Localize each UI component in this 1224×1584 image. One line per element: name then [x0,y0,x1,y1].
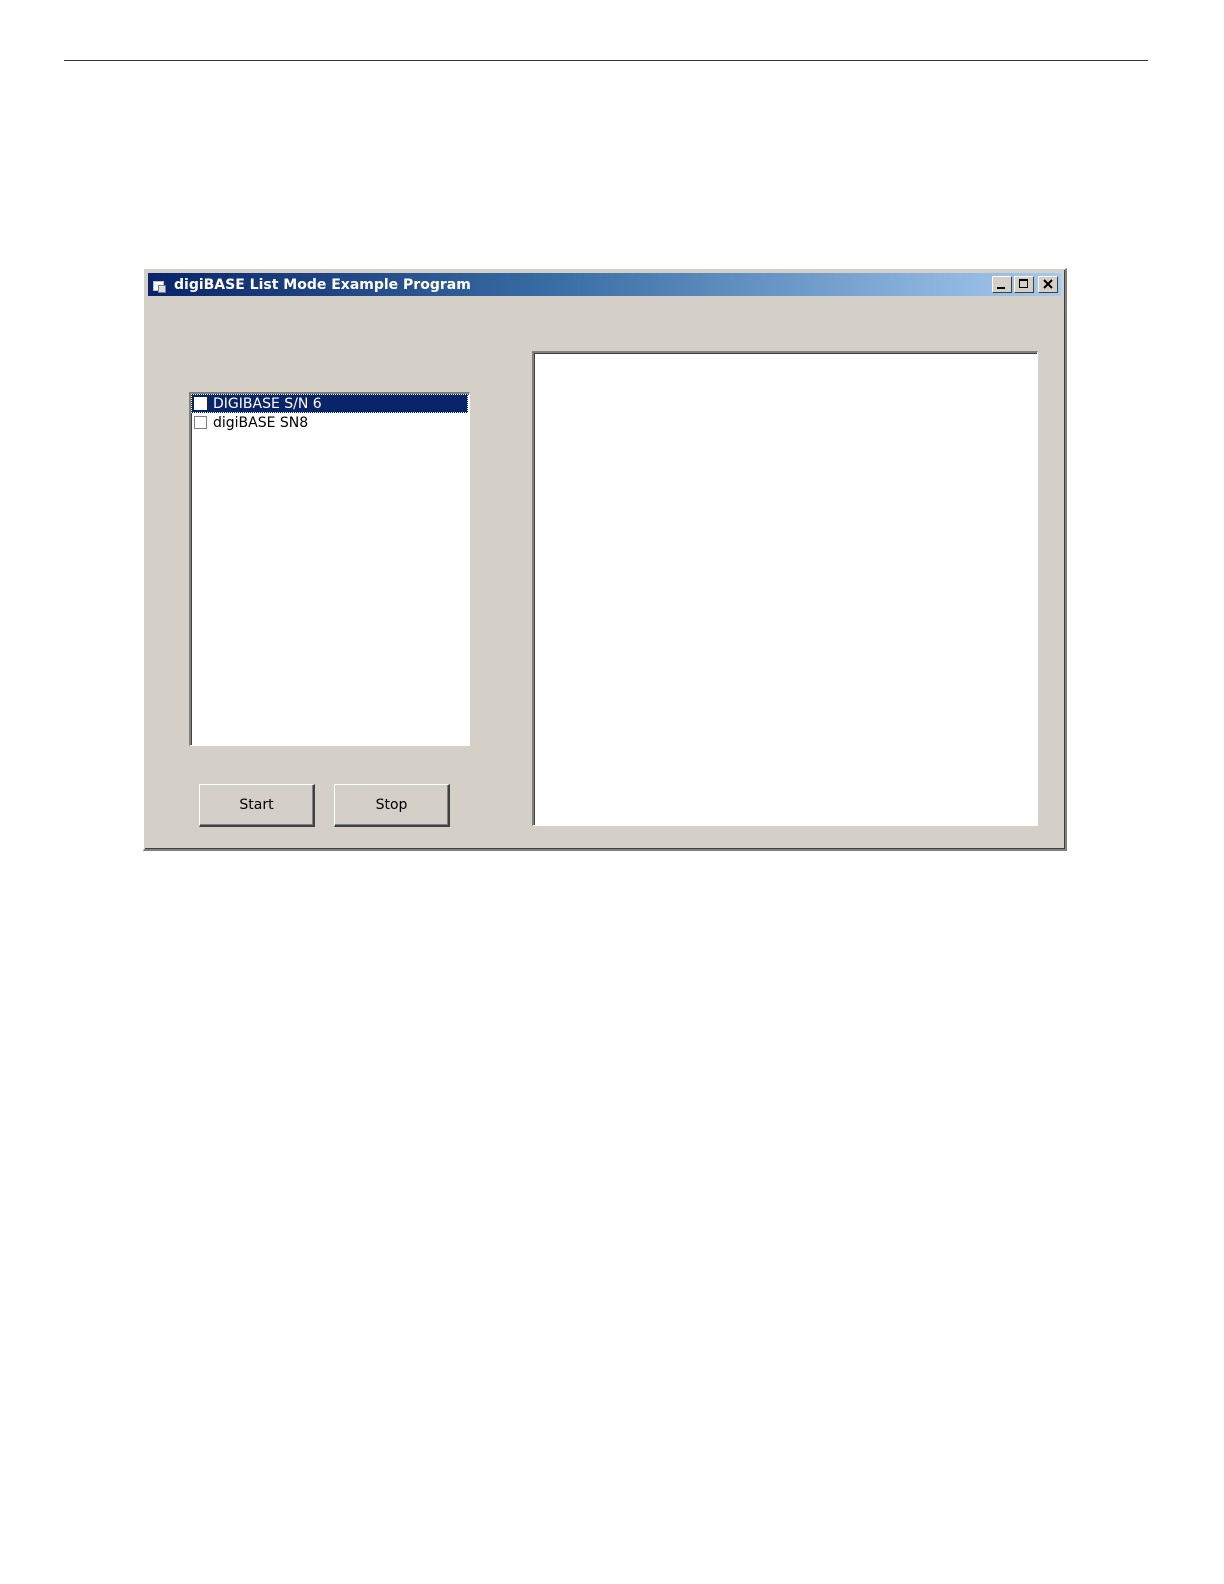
window-title: digiBASE List Mode Example Program [174,276,471,293]
window-controls [992,276,1058,293]
stop-button[interactable]: Stop [334,784,450,827]
device-checkbox[interactable] [194,397,207,410]
device-list[interactable]: DIGIBASE S/N 6 digiBASE SN8 [189,392,470,746]
device-checkbox[interactable] [194,416,207,429]
start-button[interactable]: Start [199,784,315,827]
minimize-icon [997,287,1005,289]
list-item[interactable]: DIGIBASE S/N 6 [191,394,468,413]
page-header-rule [64,60,1148,61]
output-panel[interactable] [532,351,1038,826]
minimize-button[interactable] [992,276,1012,293]
title-bar[interactable]: digiBASE List Mode Example Program [148,273,1061,296]
list-item[interactable]: digiBASE SN8 [191,413,469,432]
device-label: digiBASE SN8 [213,414,309,431]
maximize-icon [1019,279,1028,288]
device-label: DIGIBASE S/N 6 [213,395,322,412]
maximize-button[interactable] [1014,276,1034,293]
close-icon [1043,279,1053,289]
app-window-icon[interactable] [152,277,168,293]
close-button[interactable] [1038,276,1058,293]
